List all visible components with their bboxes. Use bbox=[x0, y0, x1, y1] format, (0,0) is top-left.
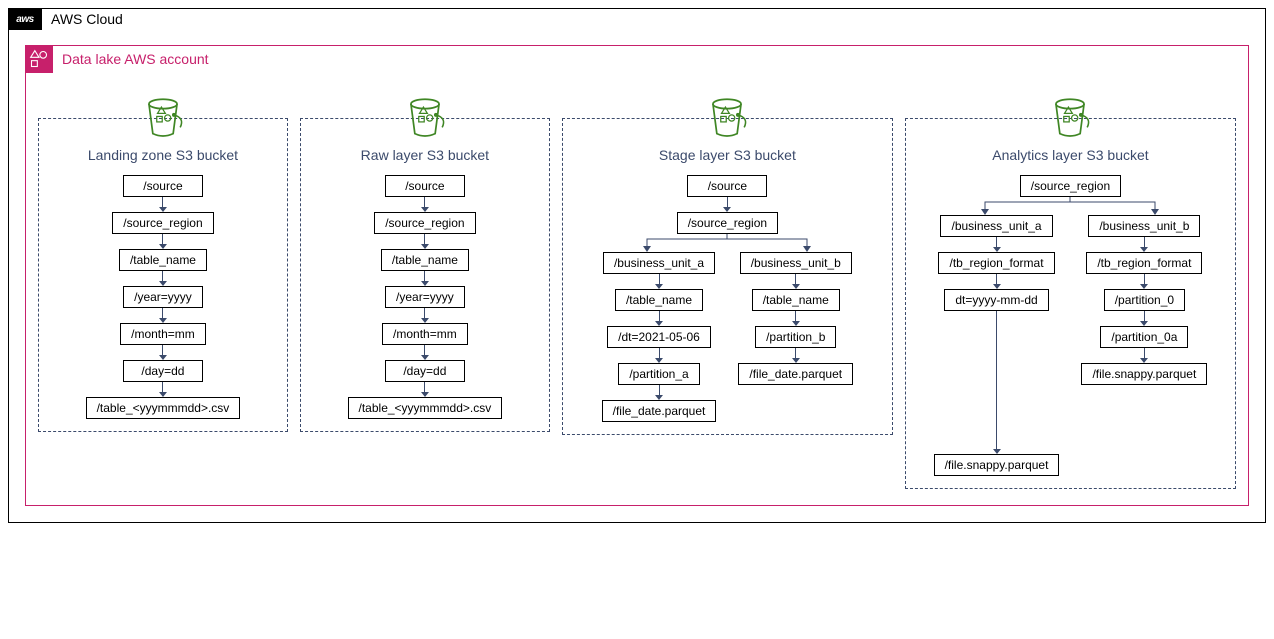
split-connector-icon bbox=[607, 234, 847, 252]
path-box: /business_unit_b bbox=[1088, 215, 1200, 237]
path-box: /day=dd bbox=[385, 360, 465, 382]
path-box: /partition_a bbox=[618, 363, 699, 385]
arrow-down-icon bbox=[1140, 274, 1148, 289]
path-box: /source_region bbox=[1020, 175, 1121, 197]
path-box: /partition_b bbox=[755, 326, 836, 348]
sub-col-right: /business_unit_b /tb_region_format /part… bbox=[1081, 215, 1207, 476]
bucket-landing: Landing zone S3 bucket /source /source_r… bbox=[38, 118, 288, 432]
path-box: /source bbox=[687, 175, 767, 197]
split-row: /business_unit_a /table_name /dt=2021-05… bbox=[571, 252, 884, 422]
path-box: /file.snappy.parquet bbox=[1081, 363, 1207, 385]
sub-col-left: /business_unit_a /tb_region_format dt=yy… bbox=[934, 215, 1060, 476]
flow-col: /source /source_region /business_unit_a bbox=[571, 175, 884, 422]
path-box: /source bbox=[385, 175, 465, 197]
bucket-title: Landing zone S3 bucket bbox=[88, 147, 238, 163]
arrow-down-icon bbox=[159, 197, 167, 212]
path-box: /day=dd bbox=[123, 360, 203, 382]
path-box: /table_name bbox=[615, 289, 703, 311]
arrow-down-icon bbox=[1140, 237, 1148, 252]
path-box: dt=yyyy-mm-dd bbox=[944, 289, 1048, 311]
arrow-down-icon bbox=[421, 345, 429, 360]
bucket-raw: Raw layer S3 bucket /source /source_regi… bbox=[300, 118, 550, 432]
arrow-down-icon bbox=[421, 308, 429, 323]
arrow-down-icon bbox=[993, 237, 1001, 252]
s3-bucket-icon bbox=[400, 93, 450, 143]
path-box: /tb_region_format bbox=[938, 252, 1054, 274]
bucket-title: Raw layer S3 bucket bbox=[361, 147, 489, 163]
path-box: /file_date.parquet bbox=[602, 400, 717, 422]
aws-logo-text: aws bbox=[16, 14, 33, 25]
path-box: /file_date.parquet bbox=[738, 363, 853, 385]
path-box: /dt=2021-05-06 bbox=[607, 326, 711, 348]
arrow-down-icon bbox=[421, 382, 429, 397]
flow-col: /source /source_region /table_name /year… bbox=[47, 175, 279, 419]
path-box: /source_region bbox=[677, 212, 778, 234]
aws-cloud-label: AWS Cloud bbox=[51, 11, 123, 27]
path-box: /tb_region_format bbox=[1086, 252, 1202, 274]
flow-col: /source_region /business_unit_a /tb_regi… bbox=[914, 175, 1227, 476]
aws-cloud-container: aws AWS Cloud Data lake AWS account bbox=[8, 8, 1266, 523]
arrow-down-icon bbox=[159, 308, 167, 323]
path-box: /table_<yyymmmdd>.csv bbox=[86, 397, 241, 419]
arrow-down-icon bbox=[1140, 348, 1148, 363]
arrow-down-icon bbox=[421, 271, 429, 286]
arrow-down-icon bbox=[159, 234, 167, 249]
s3-bucket-icon bbox=[702, 93, 752, 143]
path-box: /business_unit_a bbox=[603, 252, 715, 274]
s3-bucket-icon bbox=[1045, 93, 1095, 143]
shapes-icon bbox=[29, 49, 49, 69]
path-box: /partition_0a bbox=[1100, 326, 1188, 348]
path-box: /source_region bbox=[112, 212, 213, 234]
path-box: /month=mm bbox=[382, 323, 468, 345]
arrow-down-icon bbox=[159, 345, 167, 360]
path-box: /source_region bbox=[374, 212, 475, 234]
bucket-title: Stage layer S3 bucket bbox=[659, 147, 796, 163]
arrow-down-icon bbox=[655, 385, 663, 400]
account-label: Data lake AWS account bbox=[62, 51, 209, 67]
arrow-down-icon bbox=[159, 382, 167, 397]
flow-col: /source /source_region /table_name /year… bbox=[309, 175, 541, 419]
bucket-analytics: Analytics layer S3 bucket /source_region… bbox=[905, 118, 1236, 489]
buckets-row: Landing zone S3 bucket /source /source_r… bbox=[38, 90, 1236, 489]
path-box: /file.snappy.parquet bbox=[934, 454, 1060, 476]
bucket-stage: Stage layer S3 bucket /source /source_re… bbox=[562, 118, 893, 435]
arrow-down-icon bbox=[792, 311, 800, 326]
sub-col-right: /business_unit_b /table_name /partition_… bbox=[738, 252, 853, 422]
arrow-down-icon bbox=[655, 274, 663, 289]
path-box: /table_name bbox=[752, 289, 840, 311]
path-box: /table_<yyymmmdd>.csv bbox=[348, 397, 503, 419]
split-connector-icon bbox=[940, 197, 1200, 215]
path-box: /business_unit_b bbox=[740, 252, 852, 274]
arrow-down-icon bbox=[655, 348, 663, 363]
path-box: /year=yyyy bbox=[123, 286, 203, 308]
account-badge-icon bbox=[25, 45, 53, 73]
split-row: /business_unit_a /tb_region_format dt=yy… bbox=[914, 215, 1227, 476]
arrow-down-icon bbox=[421, 197, 429, 212]
s3-bucket-icon bbox=[138, 93, 188, 143]
arrow-down-icon bbox=[993, 311, 1001, 454]
account-container: Data lake AWS account Landing zone S3 bu bbox=[25, 45, 1249, 506]
arrow-down-icon bbox=[159, 271, 167, 286]
path-box: /year=yyyy bbox=[385, 286, 465, 308]
arrow-down-icon bbox=[792, 348, 800, 363]
path-box: /month=mm bbox=[120, 323, 206, 345]
arrow-down-icon bbox=[421, 234, 429, 249]
arrow-down-icon bbox=[792, 274, 800, 289]
arrow-down-icon bbox=[655, 311, 663, 326]
aws-logo-icon: aws bbox=[8, 8, 42, 30]
arrow-down-icon bbox=[1140, 311, 1148, 326]
path-box: /table_name bbox=[381, 249, 469, 271]
bucket-title: Analytics layer S3 bucket bbox=[992, 147, 1148, 163]
path-box: /table_name bbox=[119, 249, 207, 271]
path-box: /partition_0 bbox=[1104, 289, 1185, 311]
path-box: /source bbox=[123, 175, 203, 197]
path-box: /business_unit_a bbox=[940, 215, 1052, 237]
arrow-down-icon bbox=[723, 197, 731, 212]
sub-col-left: /business_unit_a /table_name /dt=2021-05… bbox=[602, 252, 717, 422]
arrow-down-icon bbox=[993, 274, 1001, 289]
